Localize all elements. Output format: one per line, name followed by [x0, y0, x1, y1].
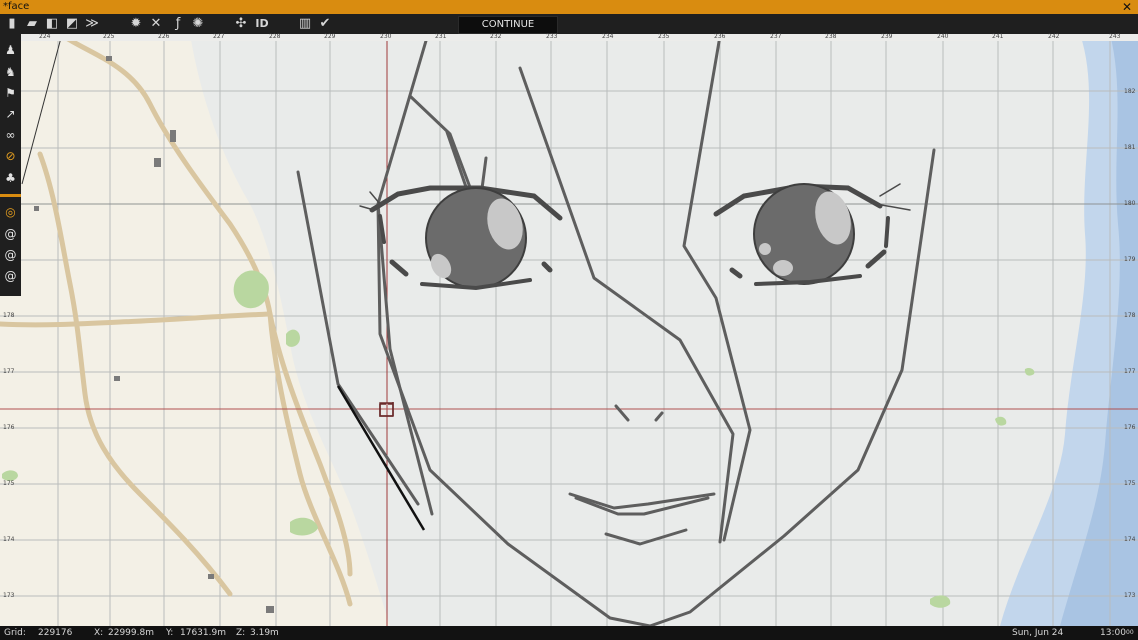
ruler-label: 235	[658, 33, 670, 40]
ruler-label: 181	[1124, 144, 1136, 151]
ruler-label: 227	[213, 33, 225, 40]
z-label: Z:	[236, 628, 246, 638]
map-svg	[0, 34, 1138, 626]
y-label: Y:	[166, 628, 174, 638]
ruler-label: 226	[158, 33, 170, 40]
export-icon[interactable]: ≫	[84, 16, 100, 32]
config-gear-icon[interactable]: ✺	[190, 16, 206, 32]
grid-label: Grid:	[4, 628, 26, 638]
spiral-icon-3[interactable]: @	[2, 268, 19, 285]
ruler-label: 176	[3, 424, 15, 431]
left-eye	[359, 185, 563, 291]
ruler-top: 224 225 226 227 228 229 230 231 232 233 …	[21, 33, 1138, 41]
spiral-icon-2[interactable]: @	[2, 247, 19, 264]
face-drawing	[296, 34, 936, 626]
x-label: X:	[94, 628, 104, 638]
new-file-icon[interactable]: ▮	[4, 16, 20, 32]
map-canvas[interactable]	[0, 34, 1138, 626]
ruler-left: 178 177 176 175 174 173	[0, 296, 16, 626]
expand-icon[interactable]: ✣	[233, 16, 249, 32]
ruler-label: 243	[1109, 33, 1121, 40]
x-value: 22999.8m	[108, 628, 154, 638]
ruler-label: 236	[714, 33, 726, 40]
time-seconds: 00	[1126, 629, 1134, 636]
save-icon[interactable]: ◧	[44, 16, 60, 32]
ruler-label: 176	[1124, 424, 1136, 431]
ruler-label: 177	[1124, 368, 1136, 375]
open-folder-icon[interactable]: ▰	[24, 16, 40, 32]
toolbar-separator	[0, 194, 21, 197]
ruler-label: 240	[937, 33, 949, 40]
link-icon[interactable]: ∞	[2, 127, 19, 144]
ruler-label: 228	[269, 33, 281, 40]
ruler-label: 229	[324, 33, 336, 40]
save-as-icon[interactable]: ◩	[64, 16, 80, 32]
settings-gear-icon[interactable]: ✹	[128, 16, 144, 32]
ruler-label: 224	[39, 33, 51, 40]
continue-button[interactable]: CONTINUE	[458, 16, 558, 34]
ruler-label: 174	[1124, 536, 1136, 543]
ruler-label: 241	[992, 33, 1004, 40]
ruler-label: 178	[3, 312, 15, 319]
tools-icon[interactable]: ✕	[148, 16, 164, 32]
trigger-icon[interactable]: ◎	[2, 204, 19, 221]
check-icon[interactable]: ✔	[317, 16, 333, 32]
time-display: 13:00	[1100, 628, 1126, 638]
close-icon[interactable]: ✕	[1122, 0, 1132, 14]
ruler-label: 182	[1124, 88, 1136, 95]
ruler-label: 178	[1124, 312, 1136, 319]
ruler-label: 231	[435, 33, 447, 40]
date-display: Sun, Jun 24	[1012, 628, 1064, 638]
ruler-label: 175	[1124, 480, 1136, 487]
toolbar: ▮ ▰ ◧ ◩ ≫ ✹ ✕ ƒ ✺ ✣ ID ▥ ✔	[0, 14, 1138, 34]
ruler-label: 239	[881, 33, 893, 40]
waypoint-icon[interactable]: ↗	[2, 106, 19, 123]
grid-value: 229176	[38, 628, 73, 638]
status-bar: Grid: 229176 X: 22999.8m Y: 17631.9m Z: …	[0, 626, 1138, 640]
ruler-label: 179	[1124, 256, 1136, 263]
function-icon[interactable]: ƒ	[170, 16, 186, 32]
ruler-label: 173	[3, 592, 15, 599]
z-value: 3.19m	[250, 628, 279, 638]
spiral-icon[interactable]: @	[2, 226, 19, 243]
ruler-label: 173	[1124, 592, 1136, 599]
ruler-label: 233	[546, 33, 558, 40]
id-icon[interactable]: ID	[254, 16, 270, 32]
marker-icon[interactable]: ⊘	[2, 148, 19, 165]
left-toolbar: ♟ ♞ ⚑ ↗ ∞ ⊘ ♣ ◎ @ @ @	[0, 34, 21, 296]
ruler-label: 174	[3, 536, 15, 543]
window-title: *face	[3, 1, 30, 12]
group-icon[interactable]: ♞	[2, 64, 19, 81]
ruler-label: 242	[1048, 33, 1060, 40]
unit-icon[interactable]: ♟	[2, 42, 19, 59]
objects-icon[interactable]: ♣	[2, 170, 19, 187]
ruler-right: 182 181 180 179 178 177 176 175 174 173	[1122, 34, 1138, 626]
ruler-label: 237	[770, 33, 782, 40]
panel-icon[interactable]: ▥	[297, 16, 313, 32]
ruler-label: 225	[103, 33, 115, 40]
title-bar: *face ✕	[0, 0, 1138, 14]
ruler-label: 234	[602, 33, 614, 40]
ruler-label: 232	[490, 33, 502, 40]
y-value: 17631.9m	[180, 628, 226, 638]
right-eye	[713, 183, 911, 286]
ruler-label: 238	[825, 33, 837, 40]
ruler-label: 230	[380, 33, 392, 40]
ruler-label: 175	[3, 480, 15, 487]
ruler-label: 177	[3, 368, 15, 375]
flag-icon[interactable]: ⚑	[2, 85, 19, 102]
ruler-label: 180	[1124, 200, 1136, 207]
